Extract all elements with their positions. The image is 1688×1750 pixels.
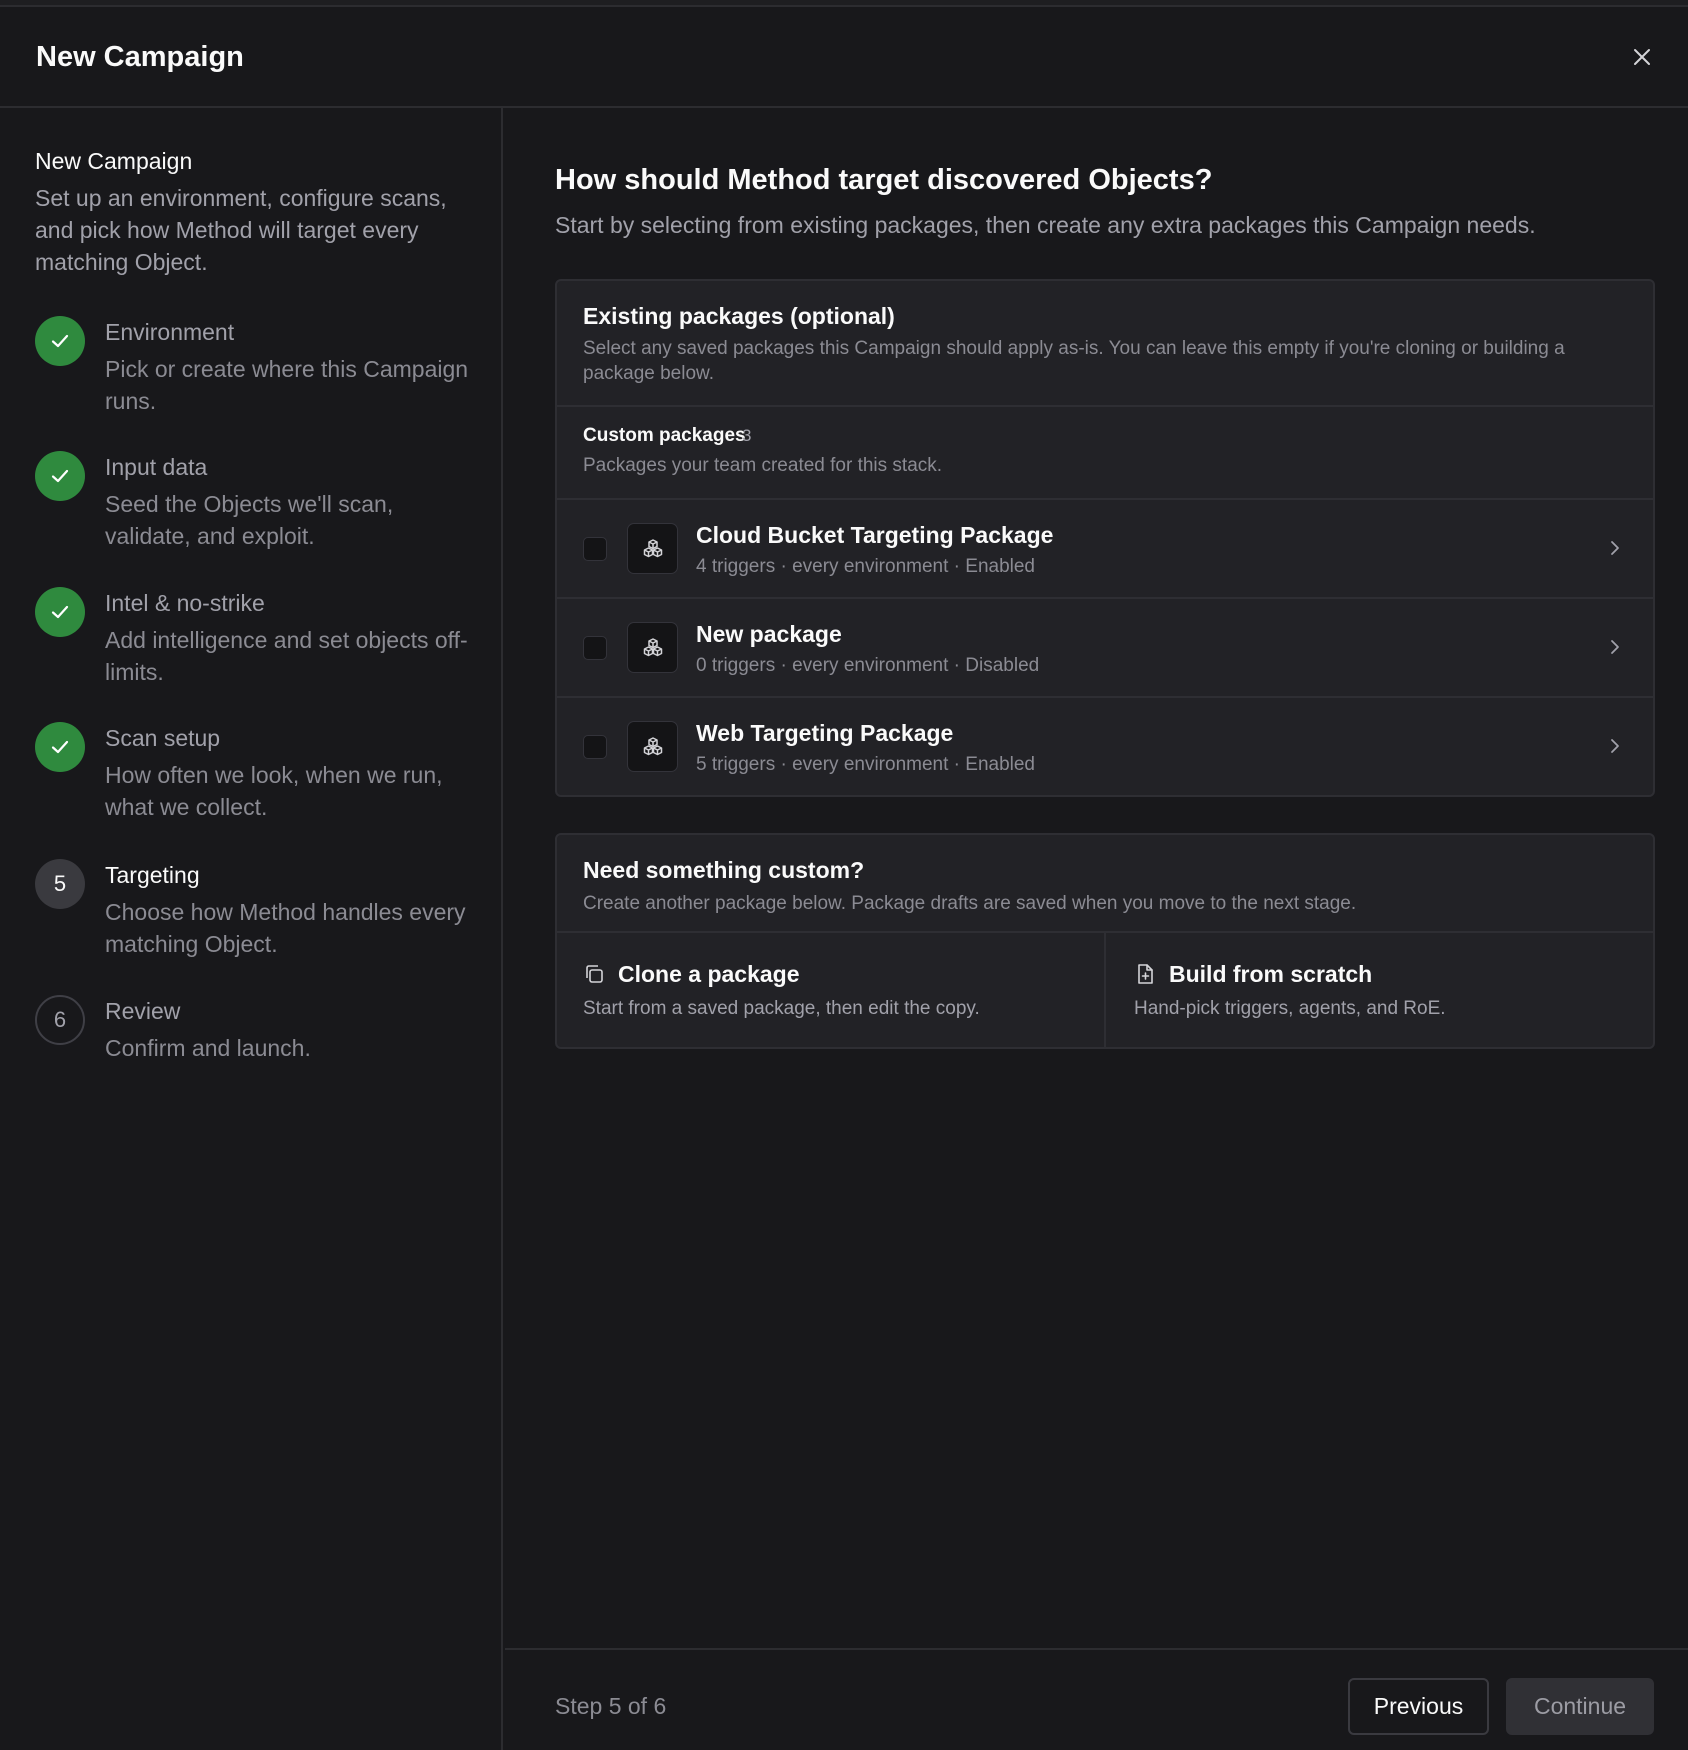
file-plus-icon — [1138, 964, 1153, 984]
build-from-scratch-option[interactable]: Build from scratch Hand-pick triggers, a… — [1108, 933, 1653, 1047]
group-title: Custom packages — [583, 425, 746, 446]
cubes-icon — [643, 736, 662, 755]
copy-icon — [586, 965, 603, 983]
package-row[interactable]: New package 0 triggers · every environme… — [557, 599, 1653, 698]
group-count: 3 — [742, 426, 752, 445]
page-title: How should Method target discovered Obje… — [555, 164, 1213, 196]
step-number-badge: 6 — [35, 995, 85, 1045]
cubes-icon — [643, 538, 662, 557]
option-name: Build from scratch — [1169, 961, 1373, 987]
custom-package-description: Create another package below. Package dr… — [583, 893, 1357, 914]
step-description: Confirm and launch. — [105, 1035, 311, 1061]
existing-packages-title: Existing packages (optional) — [583, 303, 895, 329]
step-name: Targeting — [105, 862, 200, 888]
step-name: Review — [105, 998, 181, 1024]
package-checkbox[interactable] — [583, 537, 607, 561]
step-name: Scan setup — [105, 725, 221, 751]
package-icon — [627, 622, 678, 673]
existing-packages-card: Existing packages (optional) Select any … — [555, 279, 1655, 797]
package-row[interactable]: Web Targeting Package 5 triggers · every… — [557, 698, 1653, 795]
check-icon — [51, 605, 69, 619]
package-meta: 4 triggers · every environment · Enabled — [696, 556, 1035, 577]
dialog-title: New Campaign — [36, 41, 244, 73]
step-name: Input data — [105, 454, 208, 480]
step-description: Pick or create where this Campaign runs. — [105, 356, 469, 414]
package-meta: 5 triggers · every environment · Enabled — [696, 754, 1035, 775]
option-description: Start from a saved package, then edit th… — [583, 998, 980, 1019]
custom-package-header: Need something custom? Create another pa… — [557, 835, 1653, 933]
clone-package-option[interactable]: Clone a package Start from a saved packa… — [557, 933, 1106, 1047]
step-complete-badge — [35, 722, 85, 772]
previous-button[interactable]: Previous — [1348, 1678, 1489, 1735]
close-button[interactable] — [1626, 41, 1658, 73]
step-complete-badge — [35, 587, 85, 637]
package-name: Cloud Bucket Targeting Package — [696, 522, 1054, 548]
option-description: Hand-pick triggers, agents, and RoE. — [1134, 998, 1446, 1019]
check-icon — [51, 469, 69, 483]
chevron-right-icon — [1611, 541, 1619, 555]
package-icon — [627, 523, 678, 574]
package-name: Web Targeting Package — [696, 720, 954, 746]
step-description: Seed the Objects we'll scan, validate, a… — [105, 491, 394, 549]
package-checkbox[interactable] — [583, 636, 607, 660]
package-checkbox[interactable] — [583, 735, 607, 759]
step-description: Choose how Method handles every matching… — [105, 899, 466, 957]
check-icon — [51, 740, 69, 754]
custom-package-title: Need something custom? — [583, 857, 865, 883]
page-subtitle: Start by selecting from existing package… — [555, 212, 1536, 238]
custom-package-card: Need something custom? Create another pa… — [555, 833, 1655, 1049]
dialog-header: New Campaign — [0, 7, 1688, 108]
step-description: Add intelligence and set objects off-lim… — [105, 627, 468, 685]
package-icon — [627, 721, 678, 772]
package-meta: 0 triggers · every environment · Disable… — [696, 655, 1040, 676]
step-number-badge: 5 — [35, 859, 85, 909]
option-name: Clone a package — [618, 961, 800, 987]
group-description: Packages your team created for this stac… — [583, 455, 943, 476]
window-top-edge — [0, 0, 1688, 7]
step-name: Intel & no-strike — [105, 590, 265, 616]
chevron-right-icon — [1611, 640, 1619, 654]
close-icon — [1634, 49, 1650, 65]
sidebar-title: New Campaign — [35, 148, 193, 174]
step-progress-label: Step 5 of 6 — [555, 1693, 667, 1719]
steps-sidebar: New Campaign Set up an environment, conf… — [0, 108, 503, 1750]
cubes-icon — [643, 637, 662, 656]
step-complete-badge — [35, 451, 85, 501]
check-icon — [51, 334, 69, 348]
dialog-footer: Step 5 of 6 Previous Continue — [505, 1648, 1688, 1750]
existing-packages-header: Existing packages (optional) Select any … — [557, 281, 1653, 407]
package-row[interactable]: Cloud Bucket Targeting Package 4 trigger… — [557, 500, 1653, 599]
custom-packages-group: Custom packages 3 Packages your team cre… — [557, 407, 1653, 500]
step-name: Environment — [105, 319, 235, 345]
sidebar-description: Set up an environment, configure scans, … — [35, 185, 447, 275]
package-name: New package — [696, 621, 842, 647]
existing-packages-description: Select any saved packages this Campaign … — [583, 338, 1565, 384]
main-panel: How should Method target discovered Obje… — [505, 108, 1688, 1648]
step-description: How often we look, when we run, what we … — [105, 762, 443, 820]
chevron-right-icon — [1611, 739, 1619, 753]
step-complete-badge — [35, 316, 85, 366]
continue-button[interactable]: Continue — [1506, 1678, 1654, 1735]
